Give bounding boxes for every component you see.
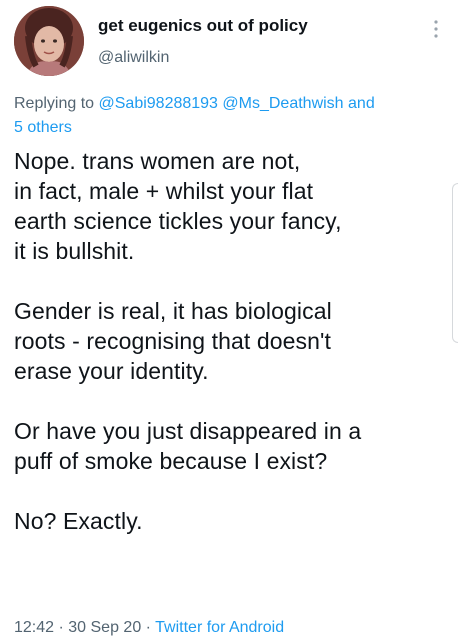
avatar[interactable]: [14, 6, 84, 76]
tweet-source-link[interactable]: Twitter for Android: [155, 619, 284, 636]
user-info: get eugenics out of policy @aliwilkin: [98, 16, 308, 68]
tweet-text: Nope. trans women are not, in fact, male…: [14, 148, 362, 534]
display-name[interactable]: get eugenics out of policy: [98, 16, 308, 36]
tweet-metadata: 12:42 · 30 Sep 20 · Twitter for Android: [14, 618, 284, 638]
meta-separator: ·: [141, 619, 156, 636]
more-vertical-icon[interactable]: [428, 16, 444, 46]
user-handle[interactable]: @aliwilkin: [98, 48, 308, 68]
meta-separator: ·: [54, 619, 69, 636]
reply-mentions-link[interactable]: @Sabi98288193 @Ms_Deathwish and: [99, 95, 375, 112]
tweet: get eugenics out of policy @aliwilkin Re…: [0, 0, 458, 639]
replying-to-prefix: Replying to: [14, 95, 99, 112]
tweet-date[interactable]: 30 Sep 20: [68, 619, 141, 636]
tweet-header: get eugenics out of policy @aliwilkin: [14, 6, 444, 84]
tweet-time[interactable]: 12:42: [14, 619, 54, 636]
replying-to: Replying to @Sabi98288193 @Ms_Deathwish …: [14, 92, 444, 140]
avatar-photo: [14, 6, 84, 76]
side-panel-edge: [452, 183, 458, 343]
reply-others-link[interactable]: 5 others: [14, 119, 72, 136]
